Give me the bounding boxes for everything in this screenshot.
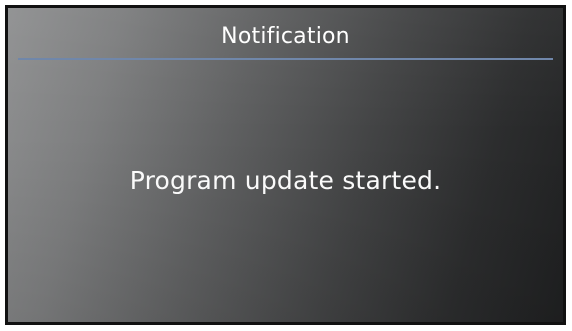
notification-title: Notification [221, 24, 350, 49]
notification-message: Program update started. [129, 166, 442, 195]
display-frame: Notification Program update started. [0, 0, 572, 331]
title-divider [18, 58, 553, 60]
notification-screen: Notification Program update started. [5, 5, 566, 325]
